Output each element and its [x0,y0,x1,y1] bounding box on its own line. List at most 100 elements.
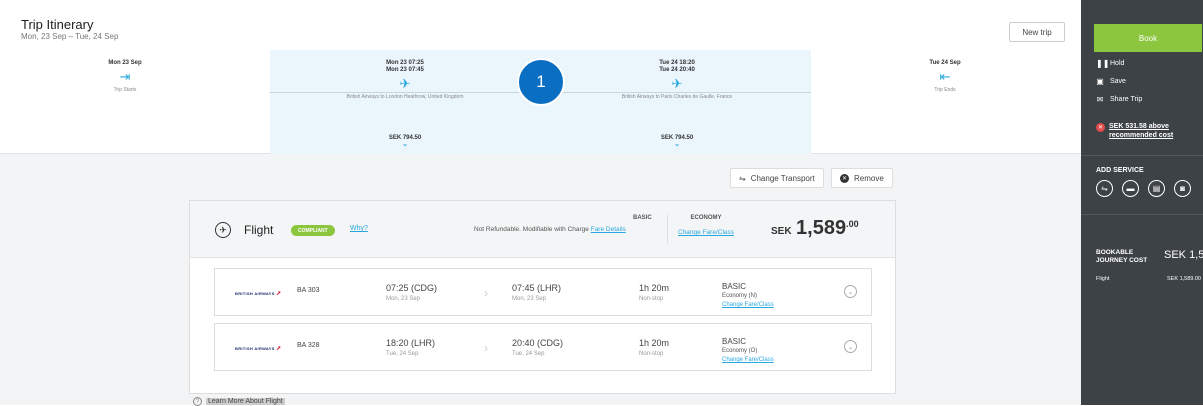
flight-icon: ✈ [215,222,231,238]
add-train-icon[interactable]: ▤ [1148,180,1165,197]
arrival-date: Tue, 24 Sep [512,351,545,357]
bookable-cost-amount: SEK 1,589 [1164,249,1203,261]
end-label: Trip Ends [934,87,956,93]
plane-icon: ✈ [671,76,683,91]
step-badge: 1 [517,58,565,106]
cost-warning-text: SEK 531.58 above recommended cost [1109,123,1174,139]
change-transport-label: Change Transport [750,173,815,183]
divider [667,215,668,243]
add-service-heading: ADD SERVICE [1096,167,1144,174]
new-trip-button[interactable]: New trip [1009,22,1065,42]
trip-dates: Mon, 23 Sep – Tue, 24 Sep [21,32,119,41]
swap-icon: ⇋ [739,173,746,183]
price-amount: 1,589 [796,217,847,239]
cost-row-label: Flight [1096,276,1110,282]
flight-segment[interactable]: BRITISH AIRWAYS ➚ BA 303 07:25 (CDG) Mon… [214,268,872,316]
change-fare-class-link[interactable]: Change Fare/Class [722,302,774,308]
flight-card-header: ✈ Flight COMPLIANT Why? Not Refundable. … [190,201,895,258]
flight-number: BA 328 [297,342,320,349]
error-icon: ✕ [1096,123,1105,132]
outbound-price[interactable]: SEK 794.50 ⌄ [375,135,435,148]
refund-text: Not Refundable. Modifiable with Charge [474,226,589,233]
hold-button[interactable]: ❚❚ Hold [1096,59,1124,68]
fare-basic-label: BASIC [633,215,652,221]
fare-basic-header: BASIC [633,215,652,221]
stops: Non-stop [639,296,664,302]
british-airways-logo: BRITISH AIRWAYS ➚ [235,346,282,352]
save-button[interactable]: ▣ Save [1096,77,1126,86]
chevron-right-icon: › [484,341,488,355]
refund-policy: Not Refundable. Modifiable with Charge F… [474,226,626,233]
return-dep: Tue 24 18:20 [659,60,695,66]
flight-number: BA 303 [297,287,320,294]
fare-details-link[interactable]: Fare Details [591,226,626,233]
stops: Non-stop [639,351,664,357]
bookable-cost-label: BOOKABLE JOURNEY COST [1096,249,1148,264]
pause-icon: ❚❚ [1096,59,1110,68]
return-label: British Airways to Paris Charles de Gaul… [621,94,733,100]
top-bar: Trip Itinerary Mon, 23 Sep – Tue, 24 Sep… [0,0,1081,50]
arrival-time: 07:45 (LHR) [512,283,562,293]
cost-row-flight: Flight SEK 1,589.00 [1096,276,1201,282]
plane-icon: ✈ [399,76,411,91]
why-link[interactable]: Why? [350,225,368,232]
departure-date: Tue, 24 Sep [386,351,419,357]
change-transport-button[interactable]: ⇋ Change Transport [730,168,824,188]
page-title: Trip Itinerary [21,17,94,32]
return-arr: Tue 24 20:40 [659,67,695,73]
outbound-arr: Mon 23 07:45 [386,67,424,73]
change-fare-class-link[interactable]: Change Fare/Class [678,229,734,236]
outbound-label: British Airways to London Heathrow, Unit… [346,94,464,100]
price-currency: SEK [771,226,792,237]
fare-economy-label: ECONOMY [690,215,722,221]
remove-button[interactable]: ✕ Remove [831,168,893,188]
flight-card: ✈ Flight COMPLIANT Why? Not Refundable. … [189,200,896,394]
price-decimal: .00 [846,219,859,229]
trip-start-icon: ⇥ [119,69,131,84]
timeline-start: Mon 23 Sep ⇥ Trip Starts [95,60,155,93]
chevron-right-icon: › [484,286,488,300]
start-date: Mon 23 Sep [108,60,142,66]
divider [1081,214,1203,215]
outbound-dep: Mon 23 07:25 [386,60,424,66]
book-button[interactable]: Book [1094,24,1202,52]
departure-time: 07:25 (CDG) [386,283,438,293]
fare-economy-header: ECONOMY Change Fare/Class [678,215,734,236]
start-label: Trip Starts [113,87,137,93]
share-trip-button[interactable]: ✉ Share Trip [1096,95,1143,104]
chevron-down-icon: ⌄ [402,141,408,148]
flight-title: Flight [244,223,274,237]
hold-label: Hold [1110,60,1125,67]
divider [1081,155,1203,156]
save-icon: ▣ [1096,77,1104,86]
add-hotel-icon[interactable]: ▬ [1122,180,1139,197]
change-fare-class-link[interactable]: Change Fare/Class [722,357,774,363]
duration: 1h 20m [639,283,670,293]
fare-type: BASIC [722,282,747,291]
add-car-icon[interactable]: ◙ [1174,180,1191,197]
envelope-icon: ✉ [1096,95,1104,104]
departure-time: 18:20 (LHR) [386,338,436,348]
departure-date: Mon, 23 Sep [386,296,421,302]
arrival-time: 20:40 (CDG) [512,338,564,348]
add-transport-icon[interactable]: ⇋ [1096,180,1113,197]
cost-warning[interactable]: ✕ SEK 531.58 above recommended cost [1096,122,1203,140]
flight-segment[interactable]: BRITISH AIRWAYS ➚ BA 328 18:20 (LHR) Tue… [214,323,872,371]
cabin-class: Economy (O) [722,348,758,354]
fare-type: BASIC [722,337,747,346]
expand-icon[interactable]: ⌄ [844,340,857,353]
british-airways-logo: BRITISH AIRWAYS ➚ [235,291,282,297]
airline-name: BRITISH AIRWAYS [235,291,275,296]
timeline-return[interactable]: Tue 24 18:20 Tue 24 20:40 ✈ British Airw… [602,60,752,100]
expand-icon[interactable]: ⌄ [844,285,857,298]
cost-row-amount: SEK 1,589.00 [1167,276,1201,282]
remove-icon: ✕ [840,173,849,183]
chevron-down-icon: ⌄ [674,141,680,148]
timeline-outbound[interactable]: Mon 23 07:25 Mon 23 07:45 ✈ British Airw… [330,60,480,100]
cabin-class: Economy (N) [722,293,758,299]
flight-total-price: SEK 1,589.00 [771,217,859,240]
return-price[interactable]: SEK 794.50 ⌄ [647,135,707,148]
save-label: Save [1110,78,1126,85]
timeline-end: Tue 24 Sep ⇤ Trip Ends [915,60,975,93]
duration: 1h 20m [639,338,670,348]
